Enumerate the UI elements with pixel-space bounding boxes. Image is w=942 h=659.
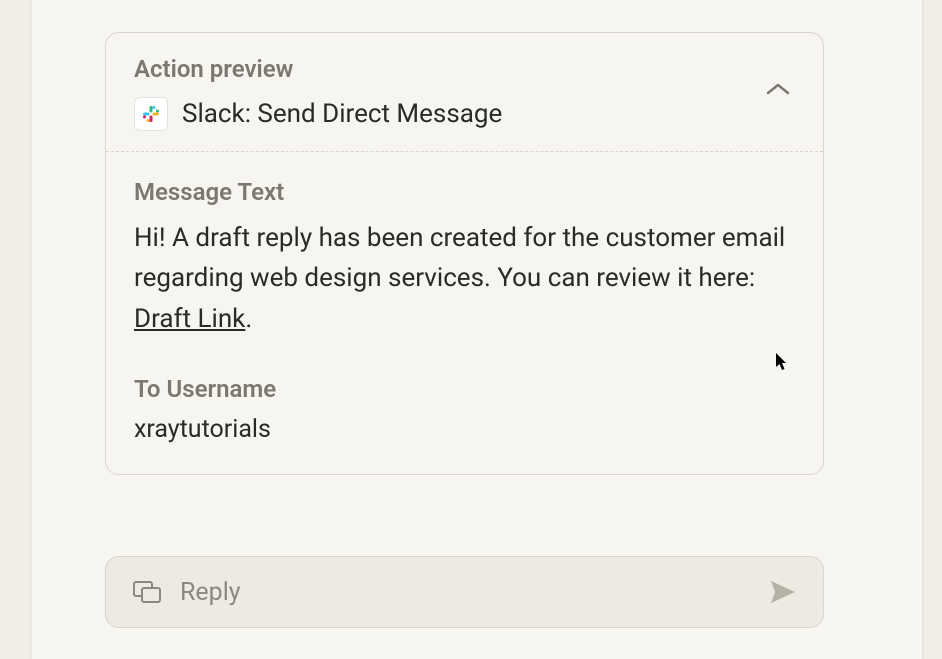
action-preview-card: Action preview Slack: Send Direct Messag…: [105, 32, 824, 475]
action-preview-header: Action preview Slack: Send Direct Messag…: [106, 33, 823, 152]
draft-link[interactable]: Draft Link: [134, 304, 245, 334]
reply-icon: [132, 579, 162, 605]
to-username-label: To Username: [134, 375, 795, 403]
slack-icon: [134, 97, 168, 131]
collapse-chevron-icon[interactable]: [765, 82, 791, 102]
action-preview-body: Message Text Hi! A draft reply has been …: [106, 152, 823, 474]
message-text-prefix: Hi! A draft reply has been created for t…: [134, 223, 785, 293]
action-preview-title: Slack: Send Direct Message: [182, 99, 502, 129]
action-preview-title-row: Slack: Send Direct Message: [134, 97, 795, 131]
message-text-label: Message Text: [134, 178, 795, 206]
message-text-suffix: .: [245, 304, 252, 334]
panel-container: Action preview Slack: Send Direct Messag…: [30, 0, 924, 659]
send-button[interactable]: [769, 579, 797, 605]
action-preview-label: Action preview: [134, 55, 795, 83]
message-text-value: Hi! A draft reply has been created for t…: [134, 218, 795, 339]
to-username-value: xraytutorials: [134, 415, 795, 444]
reply-placeholder: Reply: [180, 578, 751, 607]
reply-input[interactable]: Reply: [105, 556, 824, 628]
